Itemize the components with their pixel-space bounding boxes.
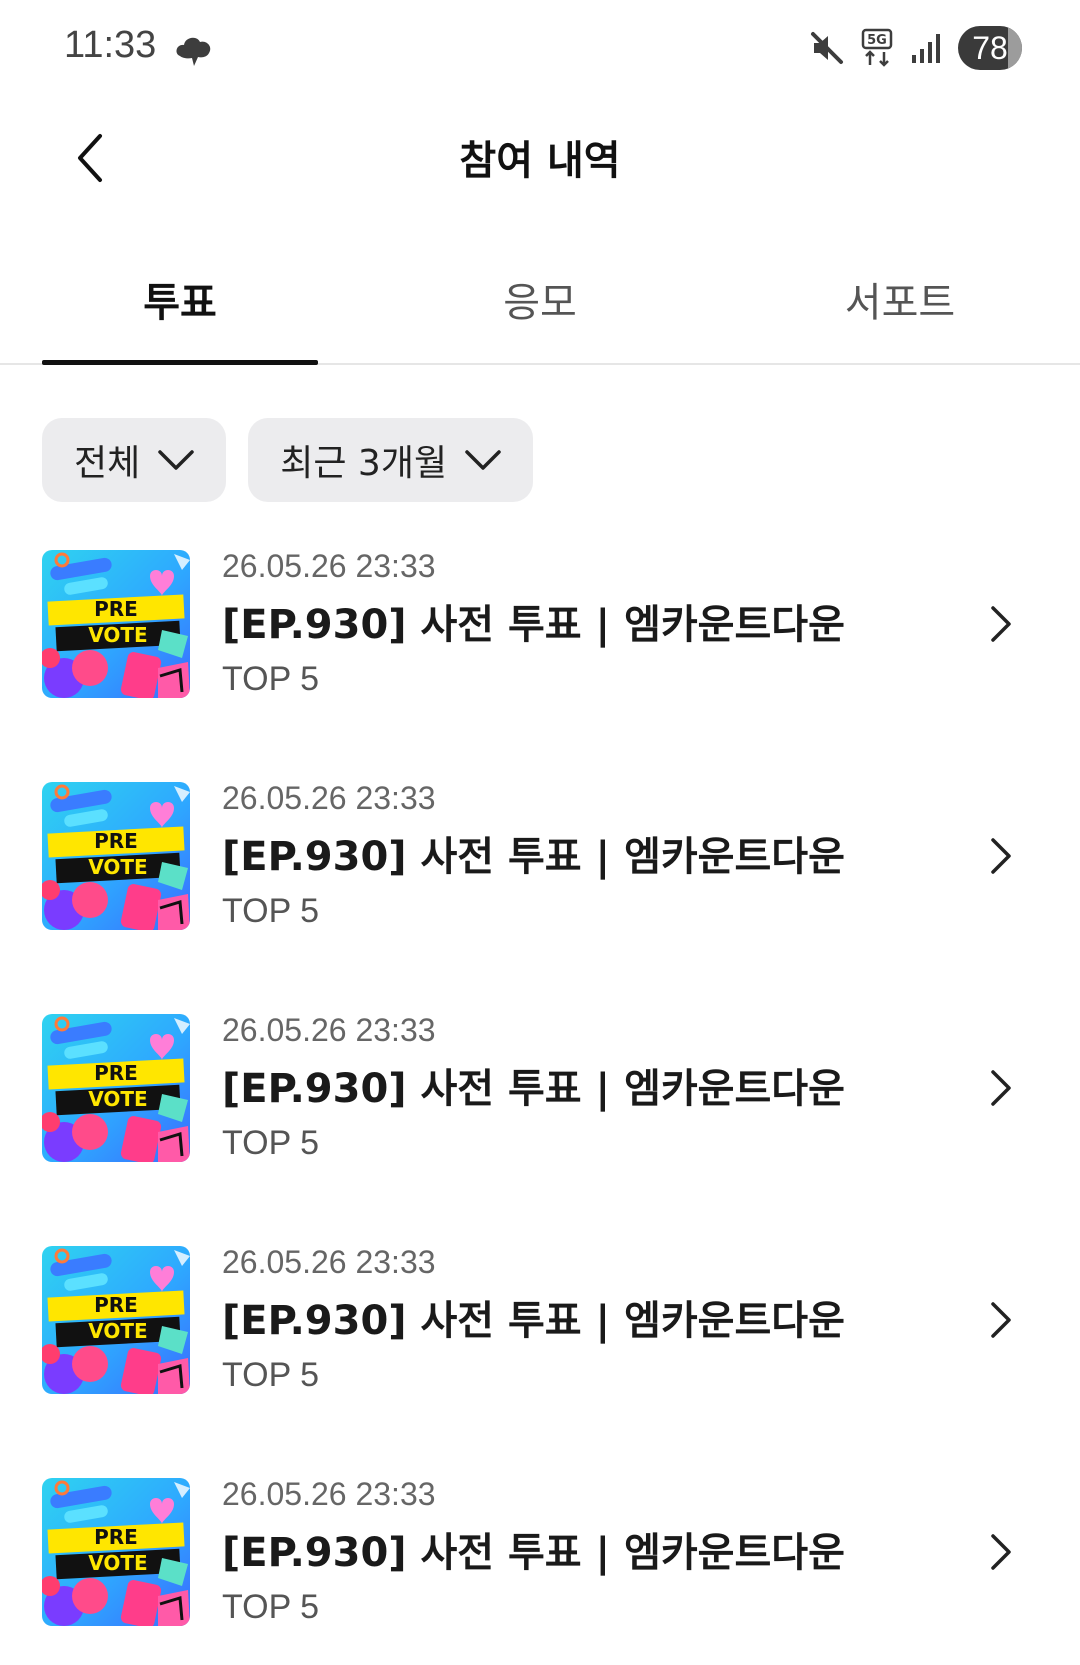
thumbnail-line2: VOTE — [88, 1087, 147, 1111]
chevron-right-icon — [991, 1070, 1011, 1106]
thumbnail-line1: PRE — [94, 829, 138, 853]
pre-vote-thumbnail: PRE VOTE — [42, 782, 190, 930]
chevron-right-icon — [991, 1302, 1011, 1338]
tab-bar: 투표 응모 서포트 — [0, 255, 1080, 365]
chevron-down-icon — [465, 450, 501, 470]
vote-title: [EP.930] 사전 투표 | 엠카운트다운 — [222, 1066, 845, 1112]
period-filter-dropdown[interactable]: 최근 3개월 — [248, 418, 534, 502]
thumbnail-line2: VOTE — [88, 1551, 147, 1575]
thumbnail-line1: PRE — [94, 597, 138, 621]
vote-history-list: PRE VOTE 26.05.26 23:33 [EP.930] 사전 투표 |… — [0, 548, 1080, 1665]
tab-vote[interactable]: 투표 — [0, 255, 360, 363]
chevron-right-icon — [991, 1534, 1011, 1570]
list-item[interactable]: PRE VOTE 26.05.26 23:33 [EP.930] 사전 투표 |… — [0, 1244, 1080, 1476]
mute-icon — [808, 29, 846, 67]
active-tab-indicator — [42, 360, 318, 365]
chevron-down-icon — [158, 450, 194, 470]
signal-icon — [910, 31, 944, 65]
tab-entry[interactable]: 응모 — [360, 255, 720, 363]
thumbnail-line2: VOTE — [88, 1319, 147, 1343]
thumbnail-line2: VOTE — [88, 623, 147, 647]
thumbnail-line2: VOTE — [88, 855, 147, 879]
vote-title: [EP.930] 사전 투표 | 엠카운트다운 — [222, 1530, 845, 1576]
app-header: 참여 내역 — [0, 100, 1080, 215]
vote-date: 26.05.26 23:33 — [222, 1012, 436, 1048]
vote-category: TOP 5 — [222, 1124, 320, 1162]
thumbnail-line1: PRE — [94, 1293, 138, 1317]
pre-vote-thumbnail: PRE VOTE — [42, 1246, 190, 1394]
status-bar: 11:33 5G 78 — [0, 0, 1080, 100]
list-item[interactable]: PRE VOTE 26.05.26 23:33 [EP.930] 사전 투표 |… — [0, 1476, 1080, 1665]
list-item[interactable]: PRE VOTE 26.05.26 23:33 [EP.930] 사전 투표 |… — [0, 780, 1080, 1012]
category-filter-label: 전체 — [74, 443, 141, 484]
vote-title: [EP.930] 사전 투표 | 엠카운트다운 — [222, 602, 845, 648]
vote-date: 26.05.26 23:33 — [222, 1244, 436, 1280]
tab-support[interactable]: 서포트 — [720, 255, 1080, 363]
list-item[interactable]: PRE VOTE 26.05.26 23:33 [EP.930] 사전 투표 |… — [0, 548, 1080, 780]
category-filter-dropdown[interactable]: 전체 — [42, 418, 227, 502]
battery-icon: 78 — [958, 26, 1022, 70]
vote-date: 26.05.26 23:33 — [222, 780, 436, 816]
list-item[interactable]: PRE VOTE 26.05.26 23:33 [EP.930] 사전 투표 |… — [0, 1012, 1080, 1244]
vote-date: 26.05.26 23:33 — [222, 1476, 436, 1512]
period-filter-label: 최근 3개월 — [280, 443, 448, 484]
vote-category: TOP 5 — [222, 1356, 320, 1394]
chevron-right-icon — [991, 606, 1011, 642]
thumbnail-line1: PRE — [94, 1061, 138, 1085]
pre-vote-thumbnail: PRE VOTE — [42, 550, 190, 698]
battery-empty-portion — [1007, 26, 1022, 70]
svg-text:5G: 5G — [867, 33, 887, 48]
5g-icon: 5G — [860, 28, 896, 68]
vote-category: TOP 5 — [222, 1588, 320, 1626]
vote-date: 26.05.26 23:33 — [222, 548, 436, 584]
filter-bar: 전체 최근 3개월 — [42, 418, 534, 502]
vote-title: [EP.930] 사전 투표 | 엠카운트다운 — [222, 1298, 845, 1344]
chevron-right-icon — [991, 838, 1011, 874]
battery-level: 78 — [972, 29, 1008, 66]
page-title: 참여 내역 — [459, 138, 621, 184]
status-time: 11:33 — [64, 24, 157, 66]
vote-category: TOP 5 — [222, 660, 320, 698]
cloud-icon — [172, 28, 216, 72]
pre-vote-thumbnail: PRE VOTE — [42, 1478, 190, 1626]
thumbnail-line1: PRE — [94, 1525, 138, 1549]
vote-title: [EP.930] 사전 투표 | 엠카운트다운 — [222, 834, 845, 880]
pre-vote-thumbnail: PRE VOTE — [42, 1014, 190, 1162]
vote-category: TOP 5 — [222, 892, 320, 930]
status-icons: 5G 78 — [808, 26, 1022, 70]
